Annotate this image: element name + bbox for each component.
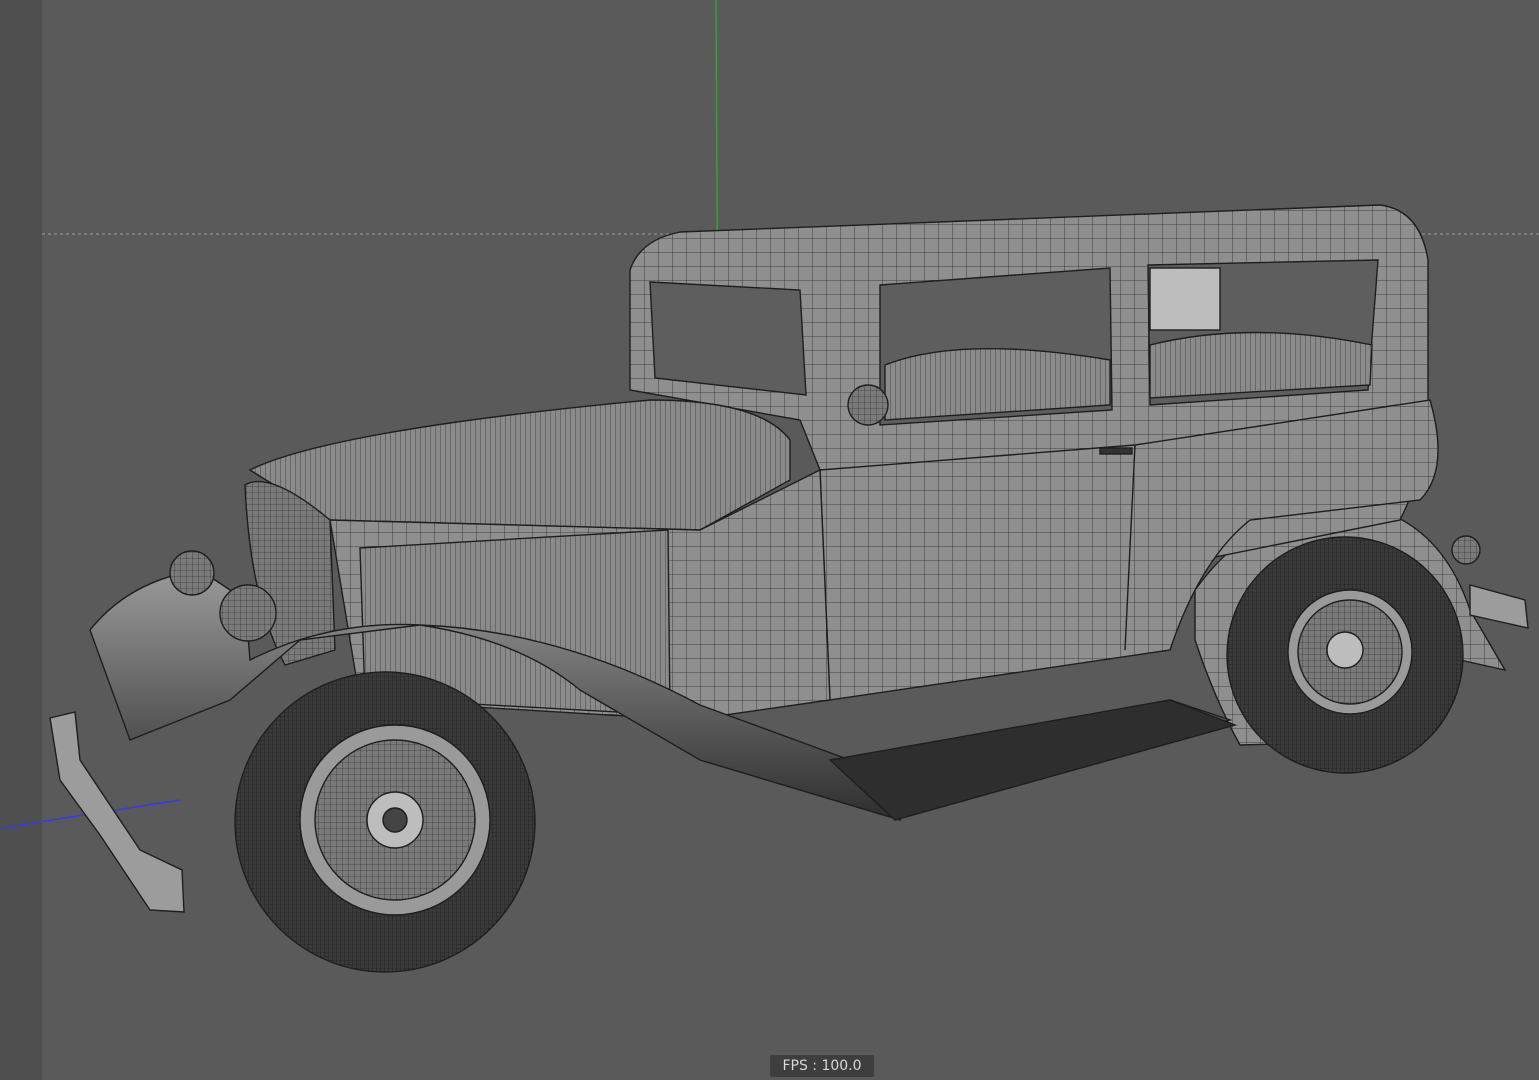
rear-bumper [1469,584,1529,629]
headlight-right [219,584,277,642]
windshield-window [649,281,807,396]
running-board [828,699,1238,821]
headlight-left [169,550,215,596]
front-bumper [49,711,185,913]
viewport-scene[interactable] [0,0,1539,1080]
fps-counter: FPS : 100.0 [770,1055,874,1077]
door-handle [1099,447,1133,455]
hood [248,399,791,531]
front-wheel [234,671,536,973]
rear-light [1451,535,1481,565]
rear-wheel [1226,536,1464,774]
car-wireframe-model[interactable] [49,204,1529,973]
rear-pillar [1149,267,1221,331]
steering-wheel [847,384,889,426]
